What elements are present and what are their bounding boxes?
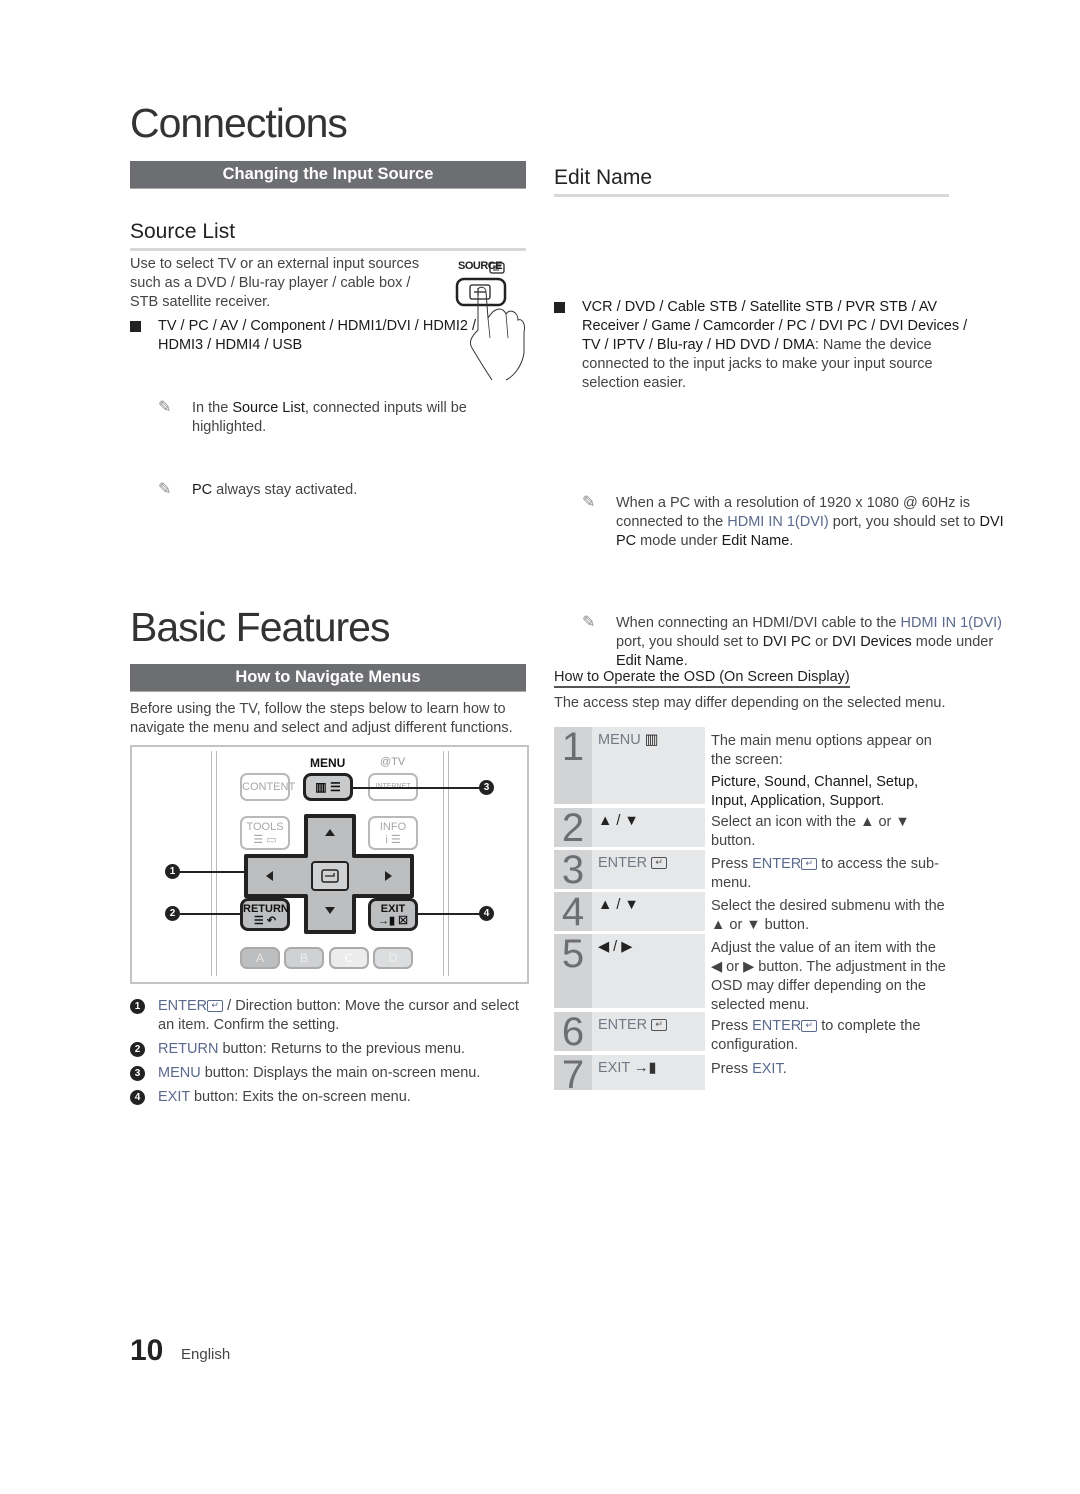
osd-step-5: 5 ◀ / ▶ Adjust the value of an item with… [554,934,949,1013]
basic-features-title: Basic Features [130,604,390,650]
step-description: Adjust the value of an item with the ◀ o… [711,940,946,1013]
osd-step-6: 6 ENTER ↵ Press ENTER ↵ to complete the c… [554,1012,949,1053]
menu-list-icon: ☰ [329,780,341,794]
legend-item-1: 1 ENTER ↵ / Direction button: Move the cu… [130,997,530,1035]
return-icon: ☰ ↶ [253,915,277,927]
step-key: ▲ / ▼ [592,892,705,931]
hand-pressing-source-icon [455,262,525,381]
enter-button[interactable] [312,862,348,890]
section-bar-input-source: Changing the Input Source [130,161,526,189]
color-button-d[interactable]: D [373,947,413,969]
step-key: ◀ / ▶ [592,934,705,1008]
step-description: Select an icon with the ▲ or ▼ button. [711,814,910,849]
legend-item-2: 2 RETURN button: Returns to the previous… [130,1040,530,1059]
exit-door-icon: →▮ [634,1060,657,1076]
enter-icon: ↵ [801,1020,818,1033]
page-language: English [181,1346,231,1363]
callout-1: 1 [165,864,180,879]
up-button[interactable] [306,827,354,867]
remote-edge-left [211,751,217,976]
callout-line-4 [418,913,481,915]
menu-grid-icon: ▥ [644,732,659,748]
color-button-b[interactable]: B [284,947,324,969]
step-number: 5 [554,934,592,1008]
enter-icon: ↵ [651,857,668,870]
edit-name-note-2: ✎ When connecting an HDMI/DVI cable to t… [582,614,1003,669]
osd-step-1: 1 MENU ▥ The main menu options appear on… [554,727,949,809]
enter-icon: ↵ [801,858,818,871]
step-number: 1 [554,727,592,804]
callout-2: 2 [165,906,180,921]
edit-name-note-1: ✎ When a PC with a resolution of 1920 x … [582,494,1004,549]
down-button[interactable] [306,897,354,931]
remote-edge-right [443,751,449,976]
callout-4: 4 [479,906,494,921]
legend-item-4: 4 EXIT button: Exits the on-screen menu. [130,1088,530,1107]
pencil-note-icon: ✎ [158,481,172,498]
legend-item-3: 3 MENU button: Displays the main on-scre… [130,1064,530,1083]
right-button[interactable] [358,857,412,895]
page-number: 10 [130,1334,164,1367]
step-key: EXIT →▮ [592,1055,705,1090]
callout-line-3 [353,787,481,789]
section-bar-navigate-menus: How to Navigate Menus [130,664,526,692]
attv-label: @TV [380,756,406,768]
pencil-note-icon: ✎ [158,399,172,416]
pencil-note-icon: ✎ [582,614,596,631]
step-description: Press ENTER ↵ to complete the configurati… [711,1018,921,1053]
step-number: 2 [554,808,592,848]
bullet-square-icon [130,321,141,332]
source-list-note-2: ✎ PC always stay activated. [158,481,358,498]
osd-heading: How to Operate the OSD (On Screen Displa… [554,669,850,688]
osd-subtext: The access step may differ depending on … [554,695,946,711]
osd-step-4: 4 ▲ / ▼ Select the desired submenu with … [554,892,949,933]
source-list-heading: Source List [130,220,526,251]
edit-name-bullet: VCR / DVD / Cable STB / Satellite STB / … [554,298,982,393]
step-key: ENTER ↵ [592,850,705,889]
step-number: 4 [554,892,592,932]
osd-step-7: 7 EXIT →▮ Press EXIT. [554,1055,949,1095]
edit-name-heading: Edit Name [554,166,949,197]
menu-button[interactable]: ▥ ☰ [303,773,353,801]
color-button-a[interactable]: A [240,947,280,969]
source-list-note-1: ✎ In the Source List, connected inputs w… [158,399,467,435]
step-description: Select the desired submenu with the ▲ or… [711,898,945,933]
step-number: 7 [554,1055,592,1095]
exit-icon: →▮ ☒ [378,915,408,927]
remote-control-illustration: MENU @TV CONTENT ▥ ☰ INTERNET TOOLS☰ ▭ I… [130,745,529,984]
step-description: Press ENTER ↵ to access the sub-menu. [711,856,939,891]
osd-step-3: 3 ENTER ↵ Press ENTER ↵ to access the sub… [554,850,949,891]
color-button-c[interactable]: C [329,947,369,969]
step-key: ENTER ↵ [592,1012,705,1051]
exit-button[interactable]: EXIT →▮ ☒ [368,898,418,931]
source-list-bullet: TV / PC / AV / Component / HDMI1/DVI / H… [130,317,478,355]
connections-title: Connections [130,100,348,146]
step-description: The main menu options appear on the scre… [711,733,932,809]
return-button[interactable]: RETURN ☰ ↶ [240,898,290,931]
step-key: ▲ / ▼ [592,808,705,847]
menu-grid-icon: ▥ [315,780,327,794]
enter-icon: ↵ [651,1019,668,1032]
source-list-intro: Use to select TV or an external input so… [130,256,420,310]
pencil-note-icon: ✎ [582,494,596,511]
left-button[interactable] [246,857,302,895]
source-button-illustration: SOURCE [448,258,533,383]
content-button[interactable]: CONTENT [240,773,295,801]
navigate-intro: Before using the TV, follow the steps be… [130,701,513,736]
step-number: 3 [554,850,592,890]
step-key: MENU ▥ [592,727,705,804]
bullet-square-icon [554,302,565,313]
callout-3: 3 [479,780,494,795]
remote-legend: 1 ENTER ↵ / Direction button: Move the cu… [130,997,530,1107]
step-description: Press EXIT. [711,1061,787,1077]
menu-label: MENU [310,756,346,770]
callout-line-2 [180,913,240,915]
osd-step-2: 2 ▲ / ▼ Select an icon with the ▲ or ▼ b… [554,808,949,849]
callout-line-1 [180,871,246,873]
enter-icon: ↵ [207,1000,224,1013]
step-number: 6 [554,1012,592,1052]
